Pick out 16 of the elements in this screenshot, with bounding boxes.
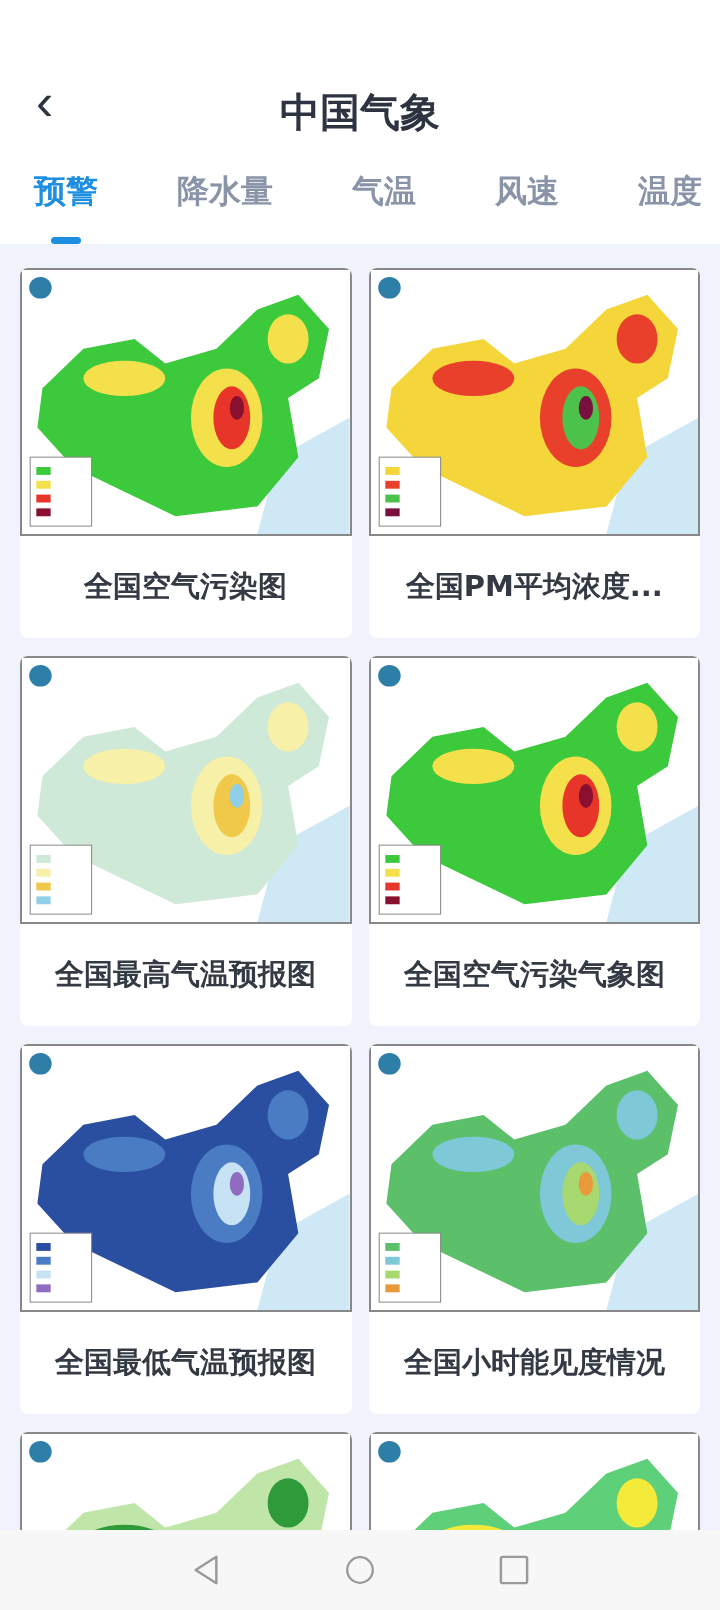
map-card[interactable]: 全国最高气温预报图 — [20, 656, 352, 1026]
card-title: 全国最低气温预报图 — [55, 1344, 317, 1381]
map-card[interactable]: 全国PM平均浓度... — [368, 268, 700, 638]
map-card[interactable]: 全国最低气温预报图 — [20, 1044, 352, 1414]
card-title: 全国PM平均浓度... — [405, 568, 663, 605]
page-title: 中国气象 — [280, 88, 440, 137]
card-title: 全国最高气温预报图 — [55, 956, 317, 993]
home-icon[interactable] — [345, 1554, 375, 1586]
map-card[interactable]: 全国空气污染图 — [20, 268, 352, 638]
map-card[interactable]: 全国空气污染气象图 — [368, 656, 700, 1026]
map-card[interactable]: 全国小时能见度情况 — [368, 1044, 700, 1414]
card-title: 全国小时能见度情况 — [403, 1344, 665, 1381]
card-title: 全国空气污染气象图 — [403, 956, 665, 993]
recents-icon[interactable] — [499, 1554, 529, 1586]
card-title: 全国空气污染图 — [84, 568, 288, 605]
back-button[interactable]: ‹ — [28, 76, 62, 128]
